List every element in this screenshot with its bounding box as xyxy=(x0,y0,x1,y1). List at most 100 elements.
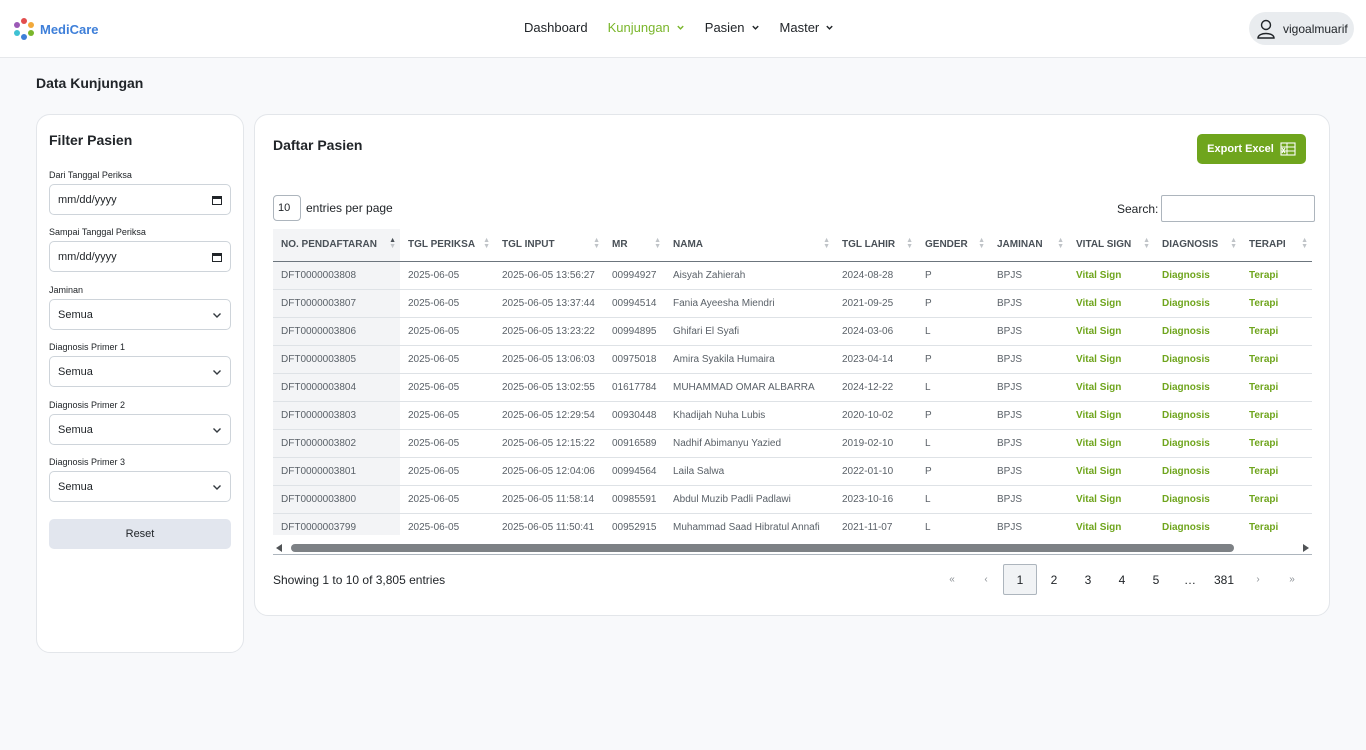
table-cell[interactable]: Terapi xyxy=(1241,401,1312,430)
page-link[interactable]: » xyxy=(1275,564,1309,595)
column-header[interactable]: NO. PENDAFTARAN ▲ ▼ xyxy=(273,229,400,262)
table-cell: DFT0000003804 xyxy=(273,373,400,402)
scroll-left-icon[interactable] xyxy=(276,544,282,552)
page-link[interactable]: 2 xyxy=(1037,564,1071,595)
table-cell[interactable]: Diagnosis xyxy=(1154,457,1241,486)
table-cell[interactable]: Terapi xyxy=(1241,485,1312,514)
filter-title: Filter Pasien xyxy=(49,132,133,148)
table-cell[interactable]: Vital Sign xyxy=(1068,289,1154,318)
page-link[interactable]: 4 xyxy=(1105,564,1139,595)
filter-date-from-label: Dari Tanggal Periksa xyxy=(49,170,132,180)
page-link[interactable]: 3 xyxy=(1071,564,1105,595)
diagnosis-primer-3-select[interactable]: Semua xyxy=(49,471,231,502)
table-cell[interactable]: Diagnosis xyxy=(1154,261,1241,290)
nav-pasien[interactable]: Pasien xyxy=(705,20,760,35)
table-cell[interactable]: Diagnosis xyxy=(1154,429,1241,458)
table-cell: 00975018 xyxy=(604,345,665,374)
table-cell[interactable]: Diagnosis xyxy=(1154,289,1241,318)
table-cell[interactable]: Vital Sign xyxy=(1068,345,1154,374)
reset-button[interactable]: Reset xyxy=(49,519,231,549)
table-cell: L xyxy=(917,429,989,458)
table-cell: 2025-06-05 13:56:27 xyxy=(494,261,604,290)
diagnosis-primer-1-select[interactable]: Semua xyxy=(49,356,231,387)
column-header[interactable]: TGL INPUT ▲ ▼ xyxy=(494,229,604,262)
nav-master[interactable]: Master xyxy=(780,20,835,35)
table-cell[interactable]: Vital Sign xyxy=(1068,317,1154,346)
column-header[interactable]: TGL PERIKSA ▲ ▼ xyxy=(400,229,494,262)
table-cell: Amira Syakila Humaira xyxy=(665,345,834,374)
column-header[interactable]: JAMINAN ▲ ▼ xyxy=(989,229,1068,262)
date-from-field[interactable]: mm/dd/yyyy xyxy=(49,184,231,215)
chevron-down-icon xyxy=(213,427,221,433)
table-cell[interactable]: Vital Sign xyxy=(1068,513,1154,535)
table-cell[interactable]: Terapi xyxy=(1241,429,1312,458)
jaminan-select[interactable]: Semua xyxy=(49,299,231,330)
page-link[interactable]: 381 xyxy=(1207,564,1241,595)
user-menu[interactable]: vigoalmuarif xyxy=(1249,12,1354,45)
table-cell: P xyxy=(917,457,989,486)
sort-icon: ▲ ▼ xyxy=(906,237,913,250)
diagnosis-primer-2-select[interactable]: Semua xyxy=(49,414,231,445)
jaminan-value: Semua xyxy=(58,308,93,321)
sort-icon: ▲ ▼ xyxy=(1143,237,1150,250)
table-cell: MUHAMMAD OMAR ALBARRA xyxy=(665,373,834,402)
table-cell[interactable]: Vital Sign xyxy=(1068,485,1154,514)
table-cell[interactable]: Terapi xyxy=(1241,513,1312,535)
search-input[interactable] xyxy=(1161,195,1316,222)
page-link[interactable]: 1 xyxy=(1003,564,1037,595)
table-cell: P xyxy=(917,261,989,290)
column-header[interactable]: GENDER ▲ ▼ xyxy=(917,229,989,262)
table-cell[interactable]: Vital Sign xyxy=(1068,261,1154,290)
table-cell[interactable]: Terapi xyxy=(1241,345,1312,374)
table-cell[interactable]: Diagnosis xyxy=(1154,485,1241,514)
table-cell: BPJS xyxy=(989,485,1068,514)
page-link[interactable]: « xyxy=(935,564,969,595)
entries-select[interactable]: 10 xyxy=(273,195,301,221)
table-cell: 2025-06-05 xyxy=(400,345,494,374)
user-name: vigoalmuarif xyxy=(1283,21,1348,36)
table-cell: 00952915 xyxy=(604,513,665,535)
table-cell[interactable]: Vital Sign xyxy=(1068,429,1154,458)
date-to-field[interactable]: mm/dd/yyyy xyxy=(49,241,231,272)
brand-logo[interactable]: MediCare xyxy=(12,17,99,41)
entries-per-page: 10 entries per page xyxy=(273,195,393,221)
table-cell[interactable]: Vital Sign xyxy=(1068,373,1154,402)
table-cell[interactable]: Terapi xyxy=(1241,457,1312,486)
table-cell: 00930448 xyxy=(604,401,665,430)
patient-table-wrap: NO. PENDAFTARAN ▲ ▼ TGL PERIKSA ▲ ▼ TGL INPUT ▲… xyxy=(273,229,1312,535)
table-cell[interactable]: Diagnosis xyxy=(1154,373,1241,402)
table-cell[interactable]: Vital Sign xyxy=(1068,401,1154,430)
filter-jaminan-label: Jaminan xyxy=(49,285,84,295)
nav-kunjungan[interactable]: Kunjungan xyxy=(608,20,685,35)
table-cell[interactable]: Vital Sign xyxy=(1068,457,1154,486)
table-cell[interactable]: Diagnosis xyxy=(1154,317,1241,346)
table-cell[interactable]: Terapi xyxy=(1241,261,1312,290)
table-cell: 00994564 xyxy=(604,457,665,486)
export-excel-button[interactable]: Export Excel xyxy=(1197,134,1306,164)
table-row: DFT0000003808 2025-06-05 2025-06-05 13:56:… xyxy=(273,261,1312,290)
horizontal-scrollbar[interactable] xyxy=(273,541,1312,555)
table-cell: L xyxy=(917,485,989,514)
scroll-thumb[interactable] xyxy=(291,544,1234,552)
table-cell[interactable]: Terapi xyxy=(1241,317,1312,346)
table-cell[interactable]: Diagnosis xyxy=(1154,345,1241,374)
column-header[interactable]: MR ▲ ▼ xyxy=(604,229,665,262)
table-cell[interactable]: Terapi xyxy=(1241,289,1312,318)
column-header[interactable]: TGL LAHIR ▲ ▼ xyxy=(834,229,917,262)
page-link: … xyxy=(1184,572,1196,587)
page-link[interactable]: 5 xyxy=(1139,564,1173,595)
table-cell[interactable]: Diagnosis xyxy=(1154,513,1241,535)
column-header[interactable]: TERAPI ▲ ▼ xyxy=(1241,229,1312,262)
table-cell[interactable]: Diagnosis xyxy=(1154,401,1241,430)
scroll-right-icon[interactable] xyxy=(1303,544,1309,552)
table-cell[interactable]: Terapi xyxy=(1241,373,1312,402)
table-cell: L xyxy=(917,317,989,346)
column-header[interactable]: DIAGNOSIS ▲ ▼ xyxy=(1154,229,1241,262)
entries-label: entries per page xyxy=(306,201,393,215)
table-cell: BPJS xyxy=(989,373,1068,402)
nav-dashboard[interactable]: Dashboard xyxy=(524,20,588,35)
column-header[interactable]: NAMA ▲ ▼ xyxy=(665,229,834,262)
page-link[interactable]: ‹ xyxy=(969,564,1003,595)
column-header[interactable]: VITAL SIGN ▲ ▼ xyxy=(1068,229,1154,262)
page-link[interactable]: › xyxy=(1241,564,1275,595)
